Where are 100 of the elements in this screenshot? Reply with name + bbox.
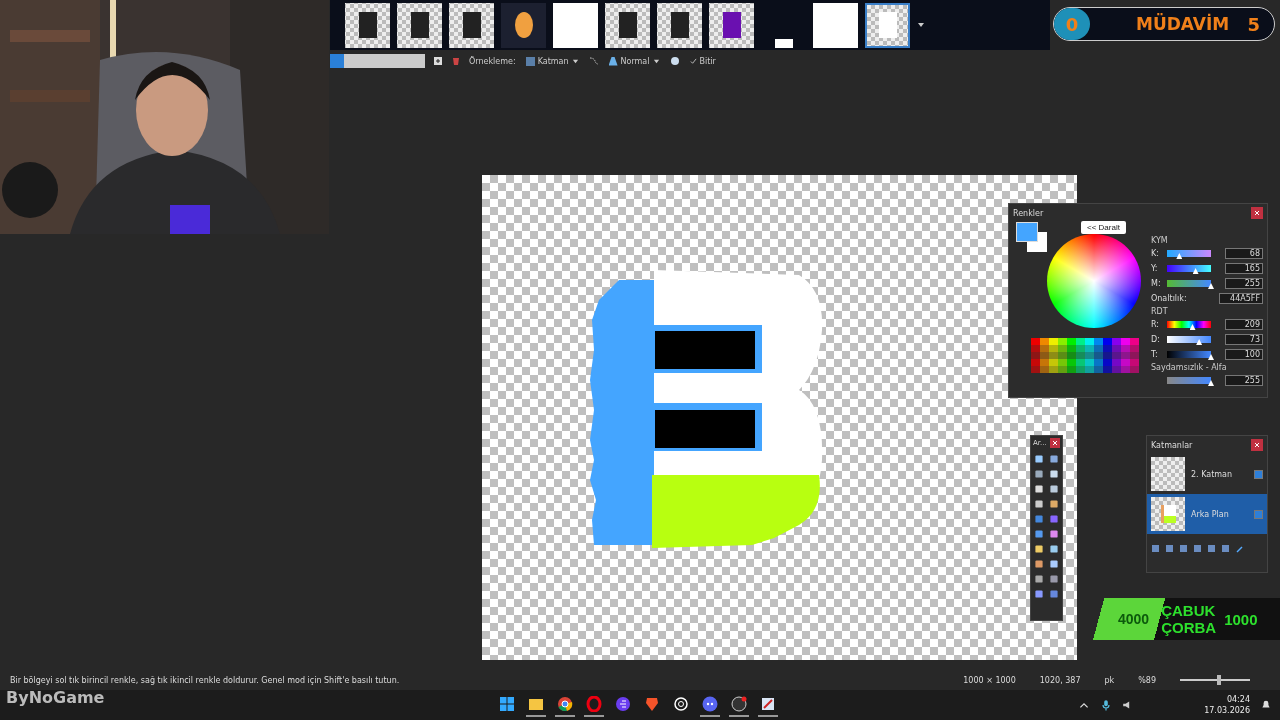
tool-icon[interactable] xyxy=(1033,558,1045,570)
color-slider[interactable] xyxy=(1167,265,1211,272)
image-tab[interactable] xyxy=(657,2,702,48)
folder-icon xyxy=(528,696,544,712)
slider-thumb[interactable] xyxy=(1192,268,1199,274)
microphone-icon[interactable] xyxy=(1100,699,1113,711)
layer-thumbnail xyxy=(1151,457,1185,491)
tool-icon[interactable] xyxy=(1033,498,1045,510)
tool-icon[interactable] xyxy=(1048,543,1060,555)
image-size: 1000 × 1000 xyxy=(963,675,1016,685)
badge-count: 0 xyxy=(1054,8,1090,40)
hex-field[interactable]: 44A5FF xyxy=(1219,293,1263,304)
tool-icon[interactable] xyxy=(1033,453,1045,465)
finish-button[interactable]: Bitir xyxy=(687,56,718,66)
slider-thumb[interactable] xyxy=(1176,253,1183,259)
wrench-icon[interactable] xyxy=(1235,544,1245,554)
image-tab[interactable] xyxy=(501,2,546,48)
tool-icon[interactable] xyxy=(1048,483,1060,495)
tool-icon[interactable] xyxy=(1033,543,1045,555)
tool-icon[interactable] xyxy=(1033,588,1045,600)
logo-text: ByNoGame xyxy=(6,688,105,707)
sampling-dropdown[interactable]: Katman xyxy=(523,56,581,66)
clock-time[interactable]: 04:24 xyxy=(1226,694,1250,705)
close-button[interactable] xyxy=(1251,207,1263,219)
color-slider[interactable] xyxy=(1167,351,1211,358)
tool-icon[interactable] xyxy=(1033,573,1045,585)
close-button[interactable] xyxy=(1251,439,1263,451)
panel-title: Renkler xyxy=(1013,208,1044,218)
close-button[interactable] xyxy=(1050,438,1060,448)
image-tab[interactable] xyxy=(397,2,442,48)
image-tab[interactable] xyxy=(449,2,494,48)
color-slider[interactable] xyxy=(1167,250,1211,257)
slider-label: Y: xyxy=(1151,264,1159,273)
slider-thumb[interactable] xyxy=(1208,354,1214,360)
number-field[interactable]: 255 xyxy=(1225,278,1263,289)
number-field[interactable]: 68 xyxy=(1225,248,1263,259)
slider-label: R: xyxy=(1151,320,1160,329)
slider-thumb[interactable] xyxy=(1216,675,1221,685)
unit-selector[interactable]: pk xyxy=(1104,675,1115,685)
slider-thumb[interactable] xyxy=(1189,324,1196,330)
tool-icon[interactable] xyxy=(1048,498,1060,510)
image-tab[interactable] xyxy=(865,2,910,48)
caret-icon xyxy=(652,57,660,65)
close-icon xyxy=(1051,439,1059,447)
visibility-checkbox[interactable] xyxy=(1254,509,1263,519)
image-tab[interactable] xyxy=(553,2,598,48)
zoom-value[interactable]: %89 xyxy=(1138,675,1156,685)
color-palette[interactable] xyxy=(1031,338,1139,373)
image-tab[interactable] xyxy=(709,2,754,48)
promo-title: ÇORBA xyxy=(1161,619,1217,636)
taskbar-app[interactable] xyxy=(584,693,604,717)
color-slider[interactable] xyxy=(1167,321,1211,328)
visibility-checkbox[interactable] xyxy=(1254,469,1263,479)
clock-date[interactable]: 17.03.2026 xyxy=(1204,705,1250,716)
plus-icon[interactable] xyxy=(433,56,443,66)
slider-thumb[interactable] xyxy=(1196,339,1203,345)
alpha-slider[interactable] xyxy=(1167,377,1211,384)
promo-number: 1000 xyxy=(1224,610,1258,628)
slider-label: D: xyxy=(1151,335,1161,344)
primary-color-swatch[interactable] xyxy=(1016,222,1038,242)
fill-mode-icon[interactable] xyxy=(669,56,680,66)
overflow-icon[interactable] xyxy=(917,21,925,29)
blend-mode-dropdown[interactable]: Normal xyxy=(606,56,662,66)
collapse-button[interactable]: << Daralt xyxy=(1081,221,1126,234)
windows-icon xyxy=(499,696,515,712)
section-title: Saydamsızlık - Alfa xyxy=(1151,363,1228,372)
taskbar-app[interactable] xyxy=(729,693,749,717)
tool-icon[interactable] xyxy=(1048,468,1060,480)
number-field[interactable]: 73 xyxy=(1225,334,1263,345)
section-title: KYM xyxy=(1151,236,1169,245)
tool-icon[interactable] xyxy=(1048,453,1060,465)
caret-icon xyxy=(571,57,579,65)
tool-icon[interactable] xyxy=(1048,528,1060,540)
paint-icon xyxy=(760,696,776,712)
check-icon xyxy=(689,57,697,65)
image-tab[interactable] xyxy=(605,2,650,48)
antialias-icon[interactable] xyxy=(588,56,599,66)
number-field[interactable]: 100 xyxy=(1225,349,1263,360)
tool-icon[interactable] xyxy=(1048,573,1060,585)
image-canvas[interactable] xyxy=(482,175,1077,660)
slider-thumb[interactable] xyxy=(1208,380,1214,386)
tool-icon[interactable] xyxy=(1048,558,1060,570)
layer-row[interactable]: 2. Katman xyxy=(1147,454,1267,494)
color-slider[interactable] xyxy=(1167,280,1211,287)
layer-name: 2. Katman xyxy=(1191,469,1234,479)
sampling-label: Örnekleme: xyxy=(469,56,516,66)
slider-thumb[interactable] xyxy=(1208,283,1214,289)
tool-icon[interactable] xyxy=(1033,468,1045,480)
image-tab[interactable] xyxy=(345,2,390,48)
number-field[interactable]: 255 xyxy=(1225,375,1263,386)
number-field[interactable]: 209 xyxy=(1225,319,1263,330)
image-tab[interactable] xyxy=(813,2,858,48)
number-field[interactable]: 165 xyxy=(1225,263,1263,274)
panel-title: Katmanlar xyxy=(1151,440,1193,450)
tool-icon[interactable] xyxy=(1033,483,1045,495)
browser-icon xyxy=(557,696,573,712)
bucket-icon[interactable] xyxy=(451,56,461,66)
tool-icon[interactable] xyxy=(1033,528,1045,540)
layer-row[interactable]: Arka Plan xyxy=(1147,494,1267,534)
color-slider[interactable] xyxy=(1167,336,1211,343)
